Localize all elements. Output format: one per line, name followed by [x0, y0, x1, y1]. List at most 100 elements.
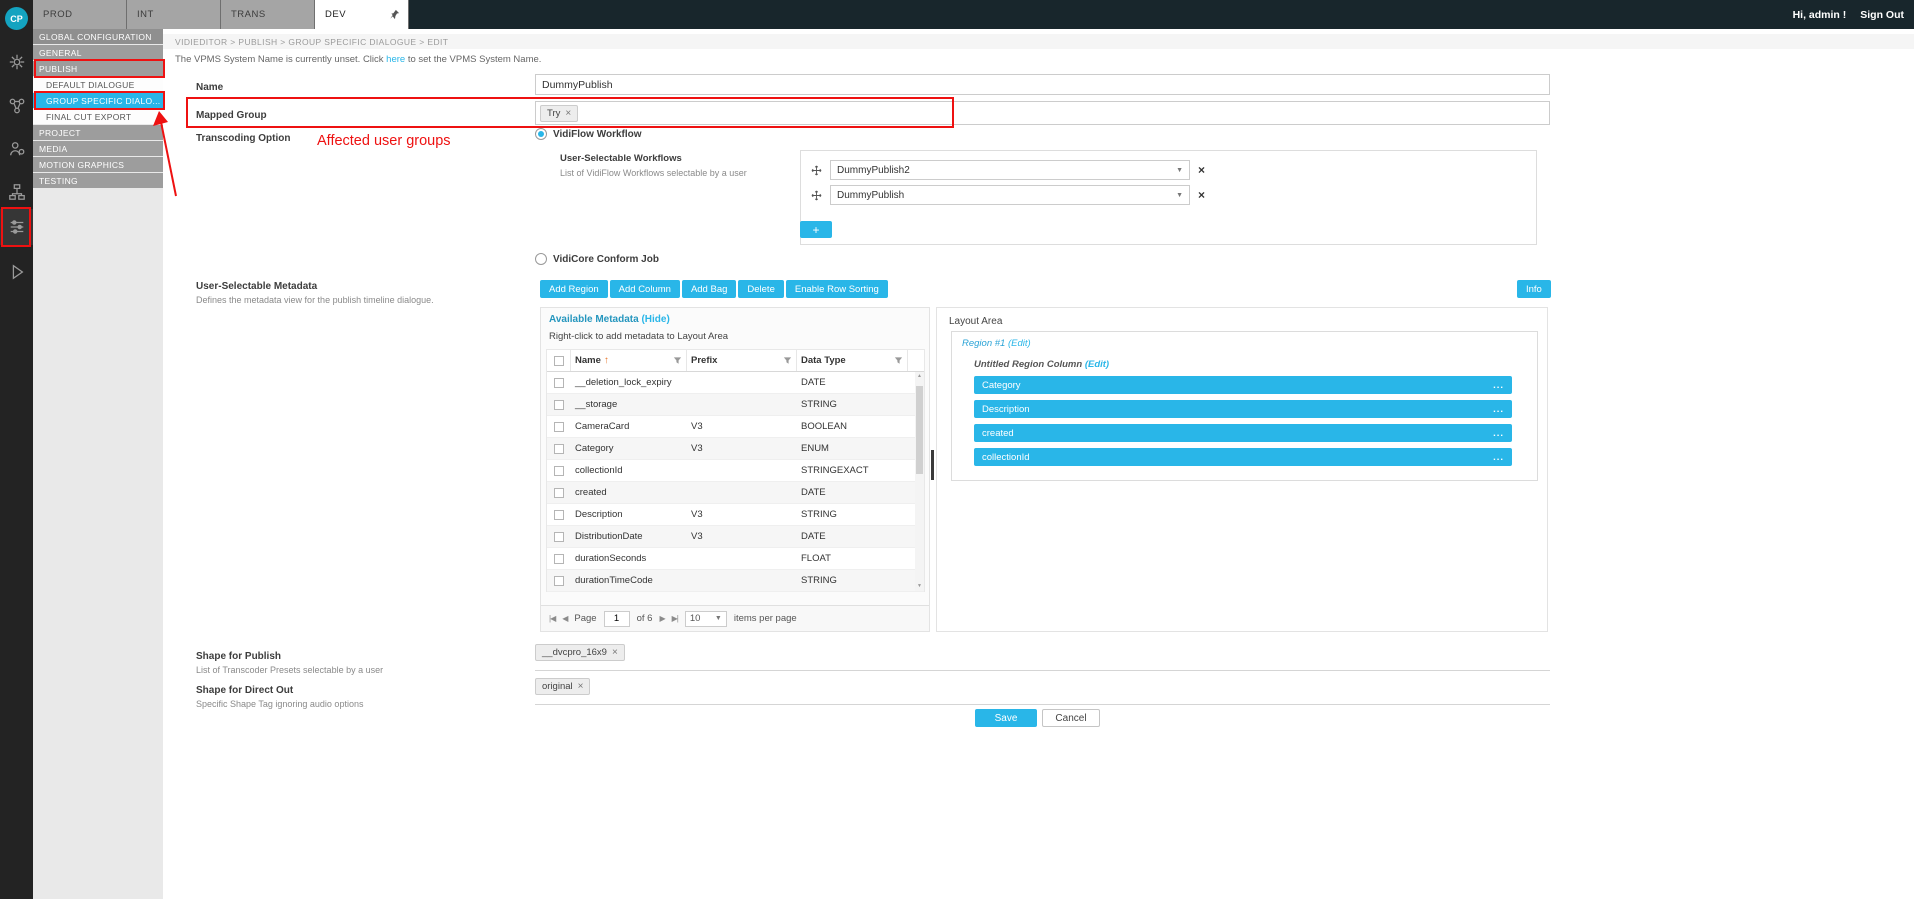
- last-page-icon[interactable]: ▶|: [672, 614, 678, 623]
- tab-prod[interactable]: PROD: [33, 0, 127, 29]
- region-edit-link[interactable]: (Edit): [1008, 338, 1031, 349]
- scroll-up-icon[interactable]: ▲: [915, 372, 924, 381]
- table-row[interactable]: __deletion_lock_expiryDATE: [547, 372, 924, 394]
- table-row[interactable]: DistributionDateV3DATE: [547, 526, 924, 548]
- table-row[interactable]: DescriptionV3STRING: [547, 504, 924, 526]
- workflow-icon[interactable]: [0, 88, 33, 124]
- layout-field[interactable]: collectionId...: [974, 448, 1512, 466]
- run-icon[interactable]: [0, 254, 33, 290]
- sidebar-item-final-cut-export[interactable]: FINAL CUT EXPORT: [33, 109, 163, 124]
- sidebar-item-testing[interactable]: TESTING: [33, 173, 163, 188]
- tab-trans[interactable]: TRANS: [221, 0, 315, 29]
- layout-field[interactable]: created...: [974, 424, 1512, 442]
- checkbox[interactable]: [554, 510, 564, 520]
- table-row[interactable]: createdDATE: [547, 482, 924, 504]
- checkbox[interactable]: [554, 466, 564, 476]
- toolbar-add-bag-button[interactable]: Add Bag: [682, 280, 736, 298]
- sidebar-item-general[interactable]: GENERAL: [33, 45, 163, 60]
- modules-icon[interactable]: [0, 44, 33, 80]
- sidebar-item-publish[interactable]: PUBLISH: [33, 61, 163, 76]
- scrollbar-thumb[interactable]: [916, 386, 923, 474]
- checkbox[interactable]: [554, 532, 564, 542]
- more-icon[interactable]: ...: [1493, 404, 1504, 415]
- cell-type: BOOLEAN: [797, 421, 908, 432]
- checkbox[interactable]: [554, 444, 564, 454]
- move-icon[interactable]: [811, 165, 822, 176]
- add-workflow-button[interactable]: +: [800, 221, 832, 238]
- save-button[interactable]: Save: [975, 709, 1037, 727]
- first-page-icon[interactable]: |◀: [549, 614, 555, 623]
- table-row[interactable]: CategoryV3ENUM: [547, 438, 924, 460]
- more-icon[interactable]: ...: [1493, 428, 1504, 439]
- shape-publish-field[interactable]: __dvcpro_16x9 ×: [535, 642, 1550, 671]
- table-scrollbar[interactable]: ▲ ▼: [915, 372, 924, 591]
- layout-field[interactable]: Category...: [974, 376, 1512, 394]
- shape-direct-field[interactable]: original ×: [535, 676, 1550, 705]
- move-icon[interactable]: [811, 190, 822, 201]
- chip-remove-icon[interactable]: ×: [612, 647, 618, 658]
- checkbox[interactable]: [554, 576, 564, 586]
- workflow-dropdown[interactable]: DummyPublish2▼: [830, 160, 1190, 180]
- cell-type: STRING: [797, 575, 908, 586]
- info-button[interactable]: Info: [1517, 280, 1551, 298]
- toolbar-add-region-button[interactable]: Add Region: [540, 280, 608, 298]
- radio-vidicore-conform[interactable]: VidiCore Conform Job: [535, 253, 659, 265]
- chip-remove-icon[interactable]: ×: [578, 681, 584, 692]
- workflow-dropdown[interactable]: DummyPublish▼: [830, 185, 1190, 205]
- workflows-sublabel: List of VidiFlow Workflows selectable by…: [560, 168, 747, 178]
- app-logo[interactable]: CP: [5, 7, 28, 30]
- checkbox[interactable]: [554, 378, 564, 388]
- prev-page-icon[interactable]: ◀: [562, 614, 567, 623]
- toolbar-enable-row-sorting-button[interactable]: Enable Row Sorting: [786, 280, 888, 298]
- editor-config-icon[interactable]: [0, 209, 33, 245]
- checkbox[interactable]: [554, 422, 564, 432]
- user-admin-icon[interactable]: [0, 131, 33, 167]
- table-row[interactable]: collectionIdSTRINGEXACT: [547, 460, 924, 482]
- table-row[interactable]: CameraCardV3BOOLEAN: [547, 416, 924, 438]
- page-of-label: of 6: [637, 613, 653, 624]
- panel-splitter[interactable]: [931, 450, 934, 480]
- hierarchy-icon[interactable]: [0, 174, 33, 210]
- cancel-button[interactable]: Cancel: [1042, 709, 1100, 727]
- remove-workflow-icon[interactable]: ×: [1198, 163, 1205, 177]
- table-row[interactable]: durationSecondsFLOAT: [547, 548, 924, 570]
- sign-out-link[interactable]: Sign Out: [1860, 9, 1904, 21]
- sidebar-item-motion-graphics[interactable]: MOTION GRAPHICS: [33, 157, 163, 172]
- tab-int[interactable]: INT: [127, 0, 221, 29]
- filter-icon[interactable]: [894, 356, 903, 365]
- sidebar-item-default-dialogue[interactable]: DEFAULT DIALOGUE: [33, 77, 163, 92]
- table-row[interactable]: durationTimeCodeSTRING: [547, 570, 924, 592]
- table-row[interactable]: __storageSTRING: [547, 394, 924, 416]
- sidebar-item-group-specific-dialo[interactable]: GROUP SPECIFIC DIALO...: [33, 93, 163, 108]
- hide-link[interactable]: (Hide): [641, 314, 669, 325]
- name-input[interactable]: [535, 74, 1550, 95]
- column-edit-link[interactable]: (Edit): [1085, 359, 1109, 370]
- more-icon[interactable]: ...: [1493, 452, 1504, 463]
- radio-vidiflow-workflow[interactable]: VidiFlow Workflow: [535, 128, 642, 140]
- mapped-group-field[interactable]: Try ×: [535, 101, 1550, 125]
- header-prefix[interactable]: Prefix: [687, 350, 797, 371]
- select-all-checkbox[interactable]: [554, 356, 564, 366]
- toolbar-add-column-button[interactable]: Add Column: [610, 280, 680, 298]
- checkbox[interactable]: [554, 488, 564, 498]
- cell-name: __deletion_lock_expiry: [571, 377, 687, 388]
- checkbox[interactable]: [554, 400, 564, 410]
- remove-workflow-icon[interactable]: ×: [1198, 188, 1205, 202]
- tab-dev[interactable]: DEV: [315, 0, 409, 29]
- filter-icon[interactable]: [783, 356, 792, 365]
- toolbar-delete-button[interactable]: Delete: [738, 280, 783, 298]
- next-page-icon[interactable]: ▶: [659, 614, 664, 623]
- layout-field[interactable]: Description...: [974, 400, 1512, 418]
- chip-remove-icon[interactable]: ×: [565, 108, 571, 119]
- scroll-down-icon[interactable]: ▼: [915, 582, 924, 591]
- sidebar-item-project[interactable]: PROJECT: [33, 125, 163, 140]
- sidebar-item-media[interactable]: MEDIA: [33, 141, 163, 156]
- checkbox[interactable]: [554, 554, 564, 564]
- filter-icon[interactable]: [673, 356, 682, 365]
- header-data-type[interactable]: Data Type: [797, 350, 908, 371]
- vpms-here-link[interactable]: here: [386, 54, 405, 65]
- items-per-page-select[interactable]: 10 ▼: [685, 611, 727, 627]
- page-number-input[interactable]: [604, 611, 630, 627]
- more-icon[interactable]: ...: [1493, 380, 1504, 391]
- header-name[interactable]: Name ↑: [571, 350, 687, 371]
